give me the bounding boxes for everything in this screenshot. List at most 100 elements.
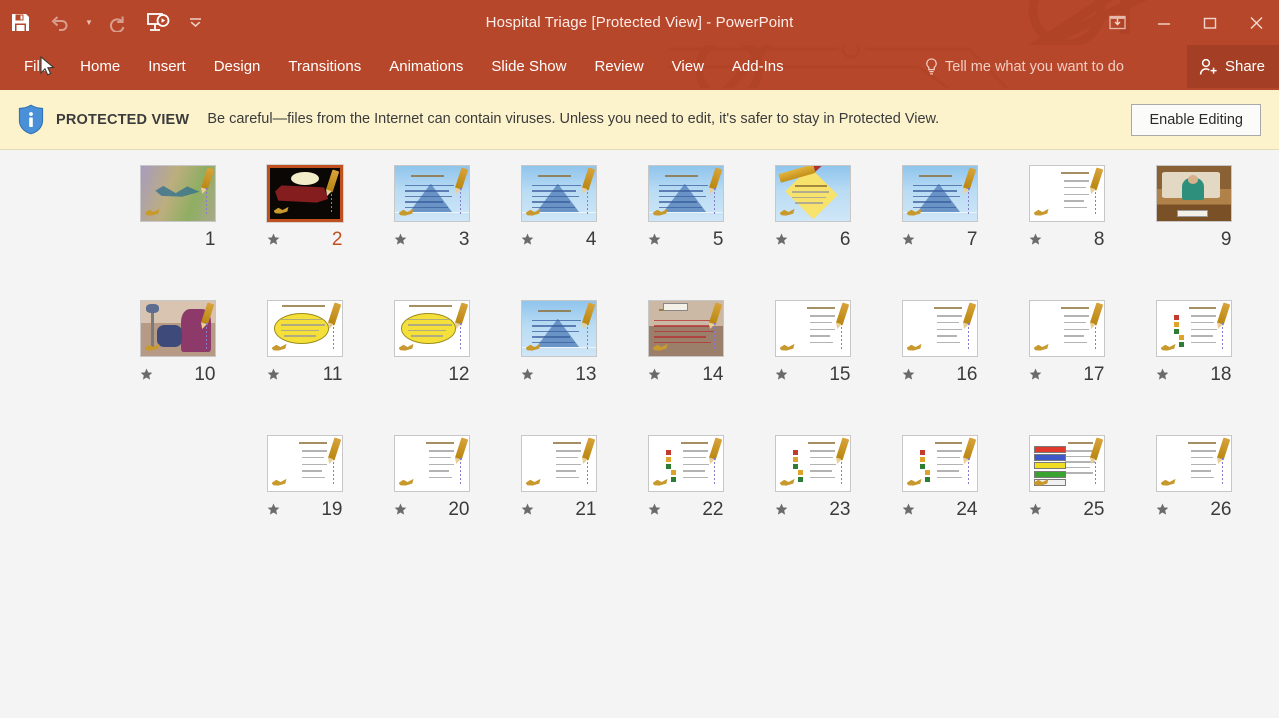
slide-thumbnail-25[interactable]: 25 (1003, 430, 1130, 560)
animation-star-icon (648, 233, 660, 245)
close-icon[interactable] (1233, 0, 1279, 45)
slide-number-14: 14 (702, 364, 724, 385)
slide-number-3: 3 (458, 229, 470, 250)
animation-star-icon (1029, 368, 1041, 380)
slide-thumbnail-13[interactable]: 13 (495, 295, 622, 425)
ribbon-tab-review[interactable]: Review (580, 45, 657, 88)
slide-thumbnail-image-9[interactable] (1155, 165, 1232, 222)
slide-thumbnail-image-10[interactable] (139, 300, 216, 357)
save-icon[interactable] (0, 0, 40, 45)
ribbon-tab-insert[interactable]: Insert (134, 45, 200, 88)
slide-meta-9: 9 (1156, 230, 1232, 249)
slide-thumbnail-23[interactable]: 23 (749, 430, 876, 560)
restore-icon[interactable] (1187, 0, 1233, 45)
animation-star-icon (140, 368, 152, 380)
slide-thumbnail-10[interactable]: 10 (114, 295, 241, 425)
slide-number-23: 23 (829, 499, 851, 520)
animation-star-icon (267, 368, 279, 380)
redo-icon[interactable] (98, 0, 138, 45)
slide-thumbnail-image-2[interactable] (265, 164, 344, 223)
share-button[interactable]: Share (1186, 45, 1279, 88)
animation-star-icon (521, 368, 533, 380)
slide-thumbnail-image-4[interactable] (520, 165, 597, 222)
ribbon-tab-slide-show[interactable]: Slide Show (477, 45, 580, 88)
slide-thumbnail-19[interactable]: 19 (241, 430, 368, 560)
slide-thumbnail-image-8[interactable] (1028, 165, 1105, 222)
slide-thumbnail-image-14[interactable] (647, 300, 724, 357)
slide-number-9: 9 (1220, 229, 1232, 250)
slide-number-2: 2 (331, 229, 343, 250)
slide-thumbnail-image-18[interactable] (1155, 300, 1232, 357)
animation-star-icon (902, 503, 914, 515)
slide-sorter-pane[interactable]: 9 8 7 6 5 4 3 2 1 18 17 16 15 14 13 12 1… (0, 150, 1279, 718)
ribbon-tab-home[interactable]: Home (66, 45, 134, 88)
ribbon-display-options-icon[interactable] (1093, 0, 1141, 45)
ribbon-tab-file[interactable]: File (0, 45, 66, 88)
slide-thumbnail-20[interactable]: 20 (368, 430, 495, 560)
slide-thumbnail-image-21[interactable] (520, 435, 597, 492)
slide-thumbnail-image-25[interactable] (1028, 435, 1105, 492)
slide-thumbnail-18[interactable]: 18 (1130, 295, 1257, 425)
slide-thumbnail-image-7[interactable] (901, 165, 978, 222)
slide-thumbnail-24[interactable]: 24 (876, 430, 1003, 560)
undo-dropdown-icon[interactable]: ▼ (80, 0, 98, 45)
slide-thumbnail-9[interactable]: 9 (1130, 160, 1257, 290)
slide-thumbnail-15[interactable]: 15 (749, 295, 876, 425)
slide-meta-23: 23 (775, 500, 851, 519)
animation-star-icon (521, 233, 533, 245)
ribbon-tab-animations[interactable]: Animations (375, 45, 477, 88)
ribbon-tab-add-ins[interactable]: Add-Ins (718, 45, 798, 88)
slide-meta-21: 21 (521, 500, 597, 519)
ribbon-tab-view[interactable]: View (658, 45, 718, 88)
slide-thumbnail-image-23[interactable] (774, 435, 851, 492)
slide-thumbnail-14[interactable]: 14 (622, 295, 749, 425)
slide-thumbnail-image-20[interactable] (393, 435, 470, 492)
slide-thumbnail-image-15[interactable] (774, 300, 851, 357)
slide-thumbnail-22[interactable]: 22 (622, 430, 749, 560)
slide-thumbnail-image-17[interactable] (1028, 300, 1105, 357)
slide-thumbnail-image-26[interactable] (1155, 435, 1232, 492)
slide-thumbnail-6[interactable]: 6 (749, 160, 876, 290)
slide-thumbnail-7[interactable]: 7 (876, 160, 1003, 290)
ribbon-tab-design[interactable]: Design (200, 45, 275, 88)
slide-thumbnail-16[interactable]: 16 (876, 295, 1003, 425)
slide-thumbnail-image-6[interactable] (774, 165, 851, 222)
slide-thumbnail-12[interactable]: 12 (368, 295, 495, 425)
slide-thumbnail-image-19[interactable] (266, 435, 343, 492)
enable-editing-button[interactable]: Enable Editing (1131, 103, 1261, 136)
slide-thumbnail-26[interactable]: 26 (1130, 430, 1257, 560)
protected-view-badge: PROTECTED VIEW (56, 111, 190, 128)
undo-icon[interactable] (40, 0, 80, 45)
ribbon-tab-transitions[interactable]: Transitions (274, 45, 375, 88)
slide-thumbnail-image-1[interactable] (139, 165, 216, 222)
customize-quick-access-toolbar-icon[interactable] (178, 0, 212, 45)
slide-thumbnail-2[interactable]: 2 (241, 160, 368, 290)
minimize-icon[interactable] (1141, 0, 1187, 45)
slide-meta-4: 4 (521, 230, 597, 249)
animation-star-icon (267, 233, 279, 245)
slide-thumbnail-image-11[interactable] (266, 300, 343, 357)
slide-thumbnail-3[interactable]: 3 (368, 160, 495, 290)
slide-thumbnail-11[interactable]: 11 (241, 295, 368, 425)
slide-number-20: 20 (448, 499, 470, 520)
slide-thumbnail-8[interactable]: 8 (1003, 160, 1130, 290)
animation-star-icon (648, 368, 660, 380)
start-slideshow-icon[interactable] (138, 0, 178, 45)
slide-thumbnail-1[interactable]: 1 (114, 160, 241, 290)
slide-thumbnail-image-24[interactable] (901, 435, 978, 492)
slide-thumbnail-21[interactable]: 21 (495, 430, 622, 560)
slide-thumbnail-image-3[interactable] (393, 165, 470, 222)
slide-thumbnail-image-16[interactable] (901, 300, 978, 357)
tell-me-search[interactable]: Tell me what you want to do (925, 45, 1124, 88)
slide-thumbnail-image-22[interactable] (647, 435, 724, 492)
slide-thumbnail-image-12[interactable] (393, 300, 470, 357)
slide-thumbnail-image-13[interactable] (520, 300, 597, 357)
slide-thumbnail-17[interactable]: 17 (1003, 295, 1130, 425)
slide-row-2: 18 17 16 15 14 13 12 11 10 (0, 295, 1279, 430)
slide-thumbnail-4[interactable]: 4 (495, 160, 622, 290)
protected-view-bar: PROTECTED VIEW Be careful—files from the… (0, 88, 1279, 150)
slide-number-10: 10 (194, 364, 216, 385)
slide-thumbnail-5[interactable]: 5 (622, 160, 749, 290)
slide-thumbnail-image-5[interactable] (647, 165, 724, 222)
slide-meta-12: 12 (394, 365, 469, 384)
